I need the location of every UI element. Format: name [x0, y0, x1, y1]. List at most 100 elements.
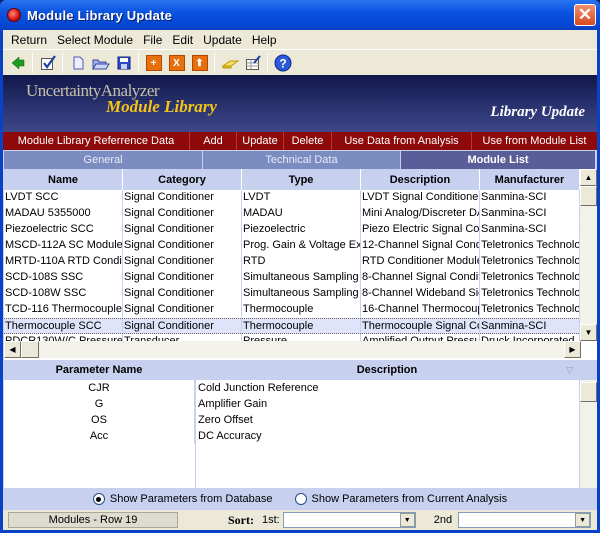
menu-bar: Return Select Module File Edit Update He…: [3, 30, 597, 49]
upload-button[interactable]: ⬆: [188, 52, 211, 74]
toolbar: + X ⬆ ?: [3, 49, 597, 75]
chevron-down-icon[interactable]: ▼: [399, 513, 415, 527]
column-header-name[interactable]: Name: [4, 169, 123, 190]
edit-table-icon: [245, 54, 261, 70]
parameter-row[interactable]: OS Zero Offset: [4, 412, 579, 428]
table-cell-manufacturer: Druck Incorporated: [480, 334, 580, 341]
radio-show-from-database[interactable]: Show Parameters from Database: [92, 492, 273, 506]
table-cell-name: MSCD-112A SC Module: [4, 238, 123, 254]
new-document-icon: [73, 56, 83, 69]
second-sort-select[interactable]: ▼: [458, 512, 592, 528]
erase-button[interactable]: [218, 52, 241, 74]
table-cell-name: SCD-108S SSC: [4, 270, 123, 286]
module-table-vertical-scrollbar[interactable]: ▲ ▼: [580, 169, 597, 341]
parameter-table-scrollbar[interactable]: [580, 380, 597, 488]
scroll-thumb[interactable]: [580, 186, 597, 206]
scroll-up-button[interactable]: ▲: [580, 169, 597, 186]
radio-button-unchecked[interactable]: [294, 493, 307, 506]
scroll-left-button[interactable]: ◀: [4, 341, 21, 358]
column-header-description[interactable]: Description: [361, 169, 480, 190]
table-cell-description: 8-Channel Signal Conditi: [361, 270, 480, 286]
sort-label: Sort:: [228, 512, 254, 527]
save-icon: [117, 56, 130, 69]
scroll-right-button[interactable]: ▶: [564, 341, 581, 358]
back-button[interactable]: [6, 52, 29, 74]
table-row[interactable]: MSCD-112A SC Module Signal Conditioner Pro…: [4, 238, 581, 254]
table-cell-description: Mini Analog/Discreter DA: [361, 206, 480, 222]
column-header-description[interactable]: Description ▽: [195, 360, 579, 380]
table-row[interactable]: SCD-108S SSC Signal Conditioner Simultaneo…: [4, 270, 581, 286]
tab-general[interactable]: General: [4, 151, 203, 169]
delete-button[interactable]: X: [165, 52, 188, 74]
module-table-body: LVDT SCC Signal Conditioner LVDT LVDT Signa…: [4, 190, 581, 341]
table-row[interactable]: TCD-116 Thermocouple S Signal Conditioner…: [4, 302, 581, 318]
table-row[interactable]: MRTD-110A RTD Condit Signal Conditioner RT…: [4, 254, 581, 270]
select-button[interactable]: [36, 52, 59, 74]
open-folder-icon: [91, 59, 110, 69]
radio-button-checked[interactable]: [92, 493, 105, 506]
first-sort-select[interactable]: ▼: [282, 512, 416, 528]
table-row[interactable]: MADAU 5355000 Signal Conditioner MADAU Mini…: [4, 206, 581, 222]
menu-edit[interactable]: Edit: [167, 33, 198, 47]
window-title: Module Library Update: [27, 7, 173, 23]
table-cell-category: Signal Conditioner: [123, 319, 242, 333]
add-action-button[interactable]: Add: [190, 132, 237, 150]
open-button[interactable]: [89, 52, 112, 74]
add-button[interactable]: +: [142, 52, 165, 74]
parameter-row[interactable]: Acc DC Accuracy: [4, 428, 579, 444]
table-cell-type: Simultaneous Sampling: [242, 270, 361, 286]
table-cell-category: Signal Conditioner: [123, 254, 242, 270]
parameter-scroll-thumb[interactable]: [580, 382, 597, 402]
table-cell-description: Amplified Output Pressu: [361, 334, 480, 341]
close-button[interactable]: ✕: [574, 4, 596, 26]
toolbar-separator: [62, 52, 63, 73]
edit-table-button[interactable]: [241, 52, 264, 74]
scroll-down-button[interactable]: ▼: [580, 324, 597, 341]
table-cell-description: 16-Channel Thermocoup: [361, 302, 480, 318]
menu-update[interactable]: Update: [198, 33, 247, 47]
parameter-name: Acc: [4, 428, 195, 444]
menu-select-module[interactable]: Select Module: [52, 33, 138, 47]
table-row[interactable]: PDCR130W/C Pressure Transducer Pressure Amp…: [4, 334, 581, 341]
radio-label: Show Parameters from Current Analysis: [311, 492, 508, 505]
column-header-parameter-name[interactable]: Parameter Name: [3, 360, 195, 380]
parameter-row[interactable]: CJR Cold Junction Reference: [4, 380, 579, 396]
row-status: Modules - Row 19: [8, 512, 178, 528]
column-header-category[interactable]: Category: [123, 169, 242, 190]
new-button[interactable]: [66, 52, 89, 74]
table-row[interactable]: Piezoelectric SCC Signal Conditioner Piezo…: [4, 222, 581, 238]
use-from-module-list-button[interactable]: Use from Module List: [472, 132, 597, 150]
chevron-down-icon[interactable]: ▼: [575, 513, 591, 527]
radio-show-from-current-analysis[interactable]: Show Parameters from Current Analysis: [294, 492, 508, 506]
use-data-from-analysis-button[interactable]: Use Data from Analysis: [332, 132, 472, 150]
column-header-manufacturer[interactable]: Manufacturer: [480, 169, 580, 190]
update-action-button[interactable]: Update: [237, 132, 284, 150]
table-row[interactable]: Thermocouple SCC Signal Conditioner Thermo…: [4, 318, 581, 334]
horizontal-scroll-thumb[interactable]: [21, 341, 39, 358]
save-button[interactable]: [112, 52, 135, 74]
module-table-header: Name Category Type Description Manufactu…: [4, 169, 597, 190]
menu-help[interactable]: Help: [247, 33, 282, 47]
status-bar: Modules - Row 19 Sort: 1st: ▼ 2nd ▼: [3, 510, 597, 530]
table-cell-type: Thermocouple: [242, 319, 361, 333]
table-row[interactable]: LVDT SCC Signal Conditioner LVDT LVDT Signa…: [4, 190, 581, 206]
tab-module-list[interactable]: Module List: [401, 151, 596, 169]
tab-technical-data[interactable]: Technical Data: [203, 151, 401, 169]
module-table-horizontal-scrollbar[interactable]: ◀ ▶: [4, 341, 581, 358]
column-header-type[interactable]: Type: [242, 169, 361, 190]
parameter-source-options: Show Parameters from Database Show Param…: [3, 488, 597, 510]
delete-action-button[interactable]: Delete: [284, 132, 332, 150]
table-cell-category: Signal Conditioner: [123, 238, 242, 254]
parameter-name: G: [4, 396, 195, 412]
action-bar: Module Library Referrence Data Add Updat…: [3, 132, 597, 150]
radio-label: Show Parameters from Database: [109, 492, 273, 505]
parameter-row[interactable]: G Amplifier Gain: [4, 396, 579, 412]
help-button[interactable]: ?: [271, 52, 294, 74]
table-cell-category: Signal Conditioner: [123, 190, 242, 206]
title-bar: Module Library Update ✕: [0, 0, 600, 30]
parameter-rows: CJR Cold Junction Reference G Amplifier Gai…: [4, 380, 579, 444]
menu-return[interactable]: Return: [6, 33, 52, 47]
table-cell-manufacturer: Teletronics Technolo: [480, 302, 580, 318]
table-row[interactable]: SCD-108W SSC Signal Conditioner Simultaneo…: [4, 286, 581, 302]
menu-file[interactable]: File: [138, 33, 167, 47]
